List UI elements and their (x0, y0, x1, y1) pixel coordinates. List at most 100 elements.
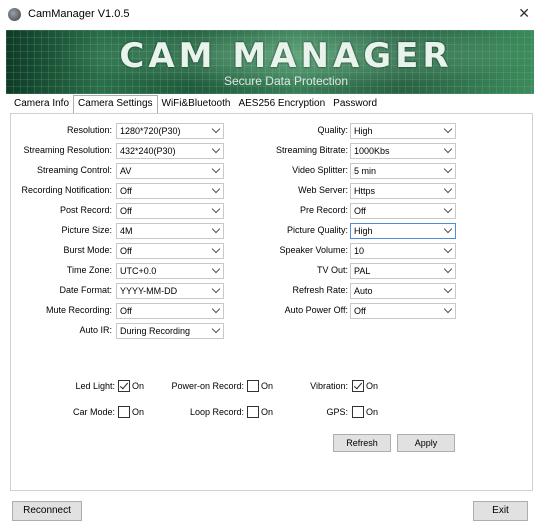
streaming-bitrate-select[interactable]: 1000Kbs (350, 143, 456, 159)
streaming-control-select[interactable]: AV (116, 163, 224, 179)
apply-button[interactable]: Apply (397, 434, 455, 452)
auto-ir-label: Auto IR: (79, 325, 112, 335)
web-server-label: Web Server: (298, 185, 348, 195)
chevron-down-icon (213, 226, 219, 232)
tab-password[interactable]: Password (329, 96, 381, 113)
power-on-record-checkbox[interactable] (247, 380, 259, 392)
video-splitter-label: Video Splitter: (292, 165, 348, 175)
refresh-rate-value: Auto (354, 286, 373, 296)
quality-value: High (354, 126, 373, 136)
car-mode-checkbox[interactable] (118, 406, 130, 418)
chevron-down-icon (445, 306, 451, 312)
banner-title: CAM MANAGER (119, 36, 453, 76)
window-title: CamManager V1.0.5 (28, 8, 130, 20)
burst-mode-select[interactable]: Off (116, 243, 224, 259)
chevron-down-icon (445, 206, 451, 212)
car-mode-on-label: On (132, 407, 145, 417)
power-on-record-label: Power-on Record: (171, 381, 244, 391)
resolution-select[interactable]: 1280*720(P30) (116, 123, 224, 139)
time-zone-select[interactable]: UTC+0.0 (116, 263, 224, 279)
gps-label: GPS: (326, 407, 348, 417)
date-format-label: Date Format: (59, 285, 112, 295)
tv-out-label: TV Out: (316, 265, 348, 275)
chevron-down-icon (445, 146, 451, 152)
picture-quality-select[interactable]: High (350, 223, 456, 239)
chevron-down-icon (213, 286, 219, 292)
chevron-down-icon (213, 306, 219, 312)
exit-button[interactable]: Exit (473, 501, 528, 521)
picture-size-label: Picture Size: (61, 225, 112, 235)
auto-power-off-select[interactable]: Off (350, 303, 456, 319)
burst-mode-label: Burst Mode: (63, 245, 112, 255)
chevron-down-icon (213, 166, 219, 172)
chevron-down-icon (445, 226, 451, 232)
tab-camera-info[interactable]: Camera Info (10, 96, 73, 113)
loop-record-on-label: On (261, 407, 274, 417)
chevron-down-icon (445, 266, 451, 272)
pre-record-select[interactable]: Off (350, 203, 456, 219)
auto-ir-select[interactable]: During Recording (116, 323, 224, 339)
check-icon (353, 380, 363, 390)
loop-record-checkbox[interactable] (247, 406, 259, 418)
recording-notification-select[interactable]: Off (116, 183, 224, 199)
mute-recording-value: Off (120, 306, 132, 316)
chevron-down-icon (213, 126, 219, 132)
picture-quality-value: High (354, 226, 373, 236)
quality-label: Quality: (317, 125, 348, 135)
mute-recording-select[interactable]: Off (116, 303, 224, 319)
gps-checkbox[interactable] (352, 406, 364, 418)
refresh-rate-select[interactable]: Auto (350, 283, 456, 299)
post-record-label: Post Record: (59, 205, 112, 215)
picture-size-select[interactable]: 4M (116, 223, 224, 239)
vibration-checkbox[interactable] (352, 380, 364, 392)
streaming-control-value: AV (120, 166, 132, 176)
pre-record-value: Off (354, 206, 366, 216)
led-light-on-label: On (132, 381, 145, 391)
chevron-down-icon (445, 186, 451, 192)
time-zone-value: UTC+0.0 (120, 266, 157, 276)
chevron-down-icon (213, 326, 219, 332)
post-record-select[interactable]: Off (116, 203, 224, 219)
title-bar: CamManager V1.0.5 ✕ (0, 0, 540, 30)
time-zone-label: Time Zone: (66, 265, 112, 275)
picture-size-value: 4M (120, 226, 133, 236)
chevron-down-icon (445, 286, 451, 292)
video-splitter-value: 5 min (354, 166, 377, 176)
speaker-volume-select[interactable]: 10 (350, 243, 456, 259)
streaming-resolution-select[interactable]: 432*240(P30) (116, 143, 224, 159)
tab-wifi-bluetooth[interactable]: WiFi&Bluetooth (158, 96, 235, 113)
quality-select[interactable]: High (350, 123, 456, 139)
led-light-label: Led Light: (75, 381, 115, 391)
chevron-down-icon (213, 246, 219, 252)
vibration-label: Vibration: (310, 381, 348, 391)
camera-settings-panel: Resolution: 1280*720(P30) Streaming Reso… (10, 113, 533, 491)
auto-power-off-value: Off (354, 306, 366, 316)
picture-quality-label: Picture Quality: (286, 225, 348, 235)
speaker-volume-label: Speaker Volume: (279, 245, 348, 255)
chevron-down-icon (445, 126, 451, 132)
tv-out-select[interactable]: PAL (350, 263, 456, 279)
tab-camera-settings[interactable]: Camera Settings (73, 95, 158, 113)
app-icon (8, 8, 21, 21)
tab-aes256-encryption[interactable]: AES256 Encryption (234, 96, 329, 113)
close-icon[interactable]: ✕ (518, 6, 530, 22)
pre-record-label: Pre Record: (299, 205, 348, 215)
resolution-label: Resolution: (66, 125, 112, 135)
post-record-value: Off (120, 206, 132, 216)
chevron-down-icon (445, 246, 451, 252)
streaming-control-label: Streaming Control: (36, 165, 112, 175)
refresh-button[interactable]: Refresh (333, 434, 391, 452)
web-server-select[interactable]: Https (350, 183, 456, 199)
chevron-down-icon (213, 206, 219, 212)
led-light-checkbox[interactable] (118, 380, 130, 392)
video-splitter-select[interactable]: 5 min (350, 163, 456, 179)
date-format-select[interactable]: YYYY-MM-DD (116, 283, 224, 299)
app-banner: CAM MANAGER Secure Data Protection (6, 30, 534, 94)
gps-on-label: On (366, 407, 379, 417)
auto-ir-value: During Recording (120, 326, 191, 336)
resolution-value: 1280*720(P30) (120, 126, 181, 136)
recording-notification-label: Recording Notification: (21, 185, 112, 195)
speaker-volume-value: 10 (354, 246, 365, 256)
reconnect-button[interactable]: Reconnect (12, 501, 82, 521)
recording-notification-value: Off (120, 186, 132, 196)
